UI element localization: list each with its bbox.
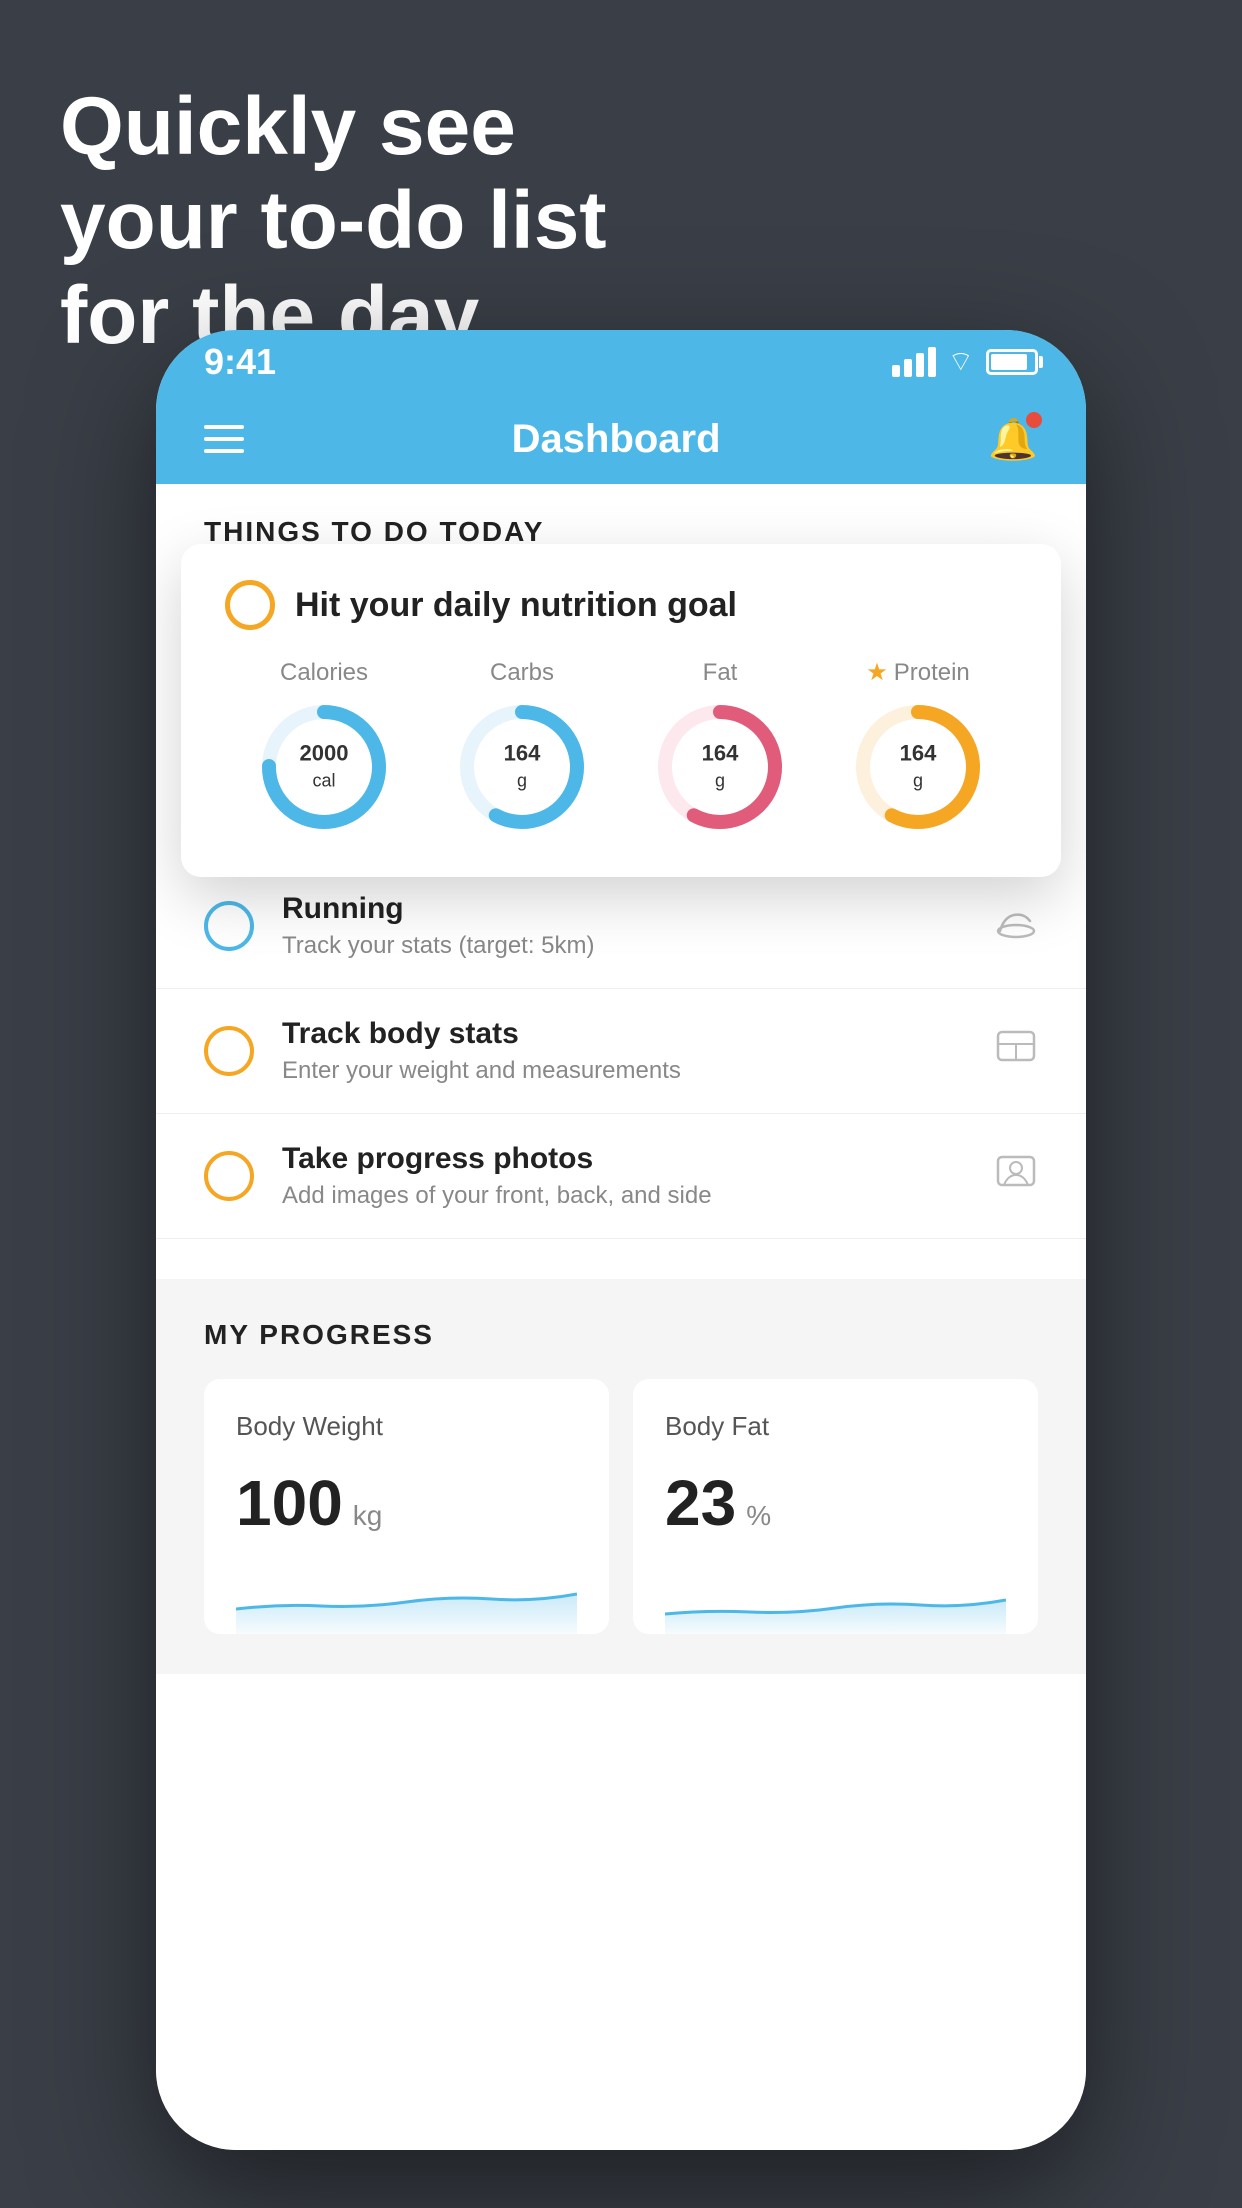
body-fat-unit: % xyxy=(746,1500,771,1532)
progress-section: MY PROGRESS Body Weight 100 kg xyxy=(156,1279,1086,1674)
battery-icon xyxy=(986,349,1038,375)
body-weight-chart xyxy=(236,1564,577,1634)
progress-cards: Body Weight 100 kg xyxy=(204,1379,1038,1634)
running-text: Running Track your stats (target: 5km) xyxy=(282,892,966,960)
progress-header: MY PROGRESS xyxy=(204,1319,1038,1351)
running-check-circle xyxy=(204,901,254,951)
body-stats-subtitle: Enter your weight and measurements xyxy=(282,1057,966,1085)
running-subtitle: Track your stats (target: 5km) xyxy=(282,932,966,960)
nutrition-card[interactable]: Hit your daily nutrition goal Calories 2… xyxy=(181,544,1061,877)
protein-label: ★Protein xyxy=(866,658,970,687)
running-title: Running xyxy=(282,892,966,926)
body-fat-chart xyxy=(665,1564,1006,1634)
body-fat-value: 23 % xyxy=(665,1466,1006,1540)
carbs-label: Carbs xyxy=(490,659,554,687)
body-fat-title: Body Fat xyxy=(665,1411,1006,1442)
nutrition-title: Hit your daily nutrition goal xyxy=(295,586,737,625)
notification-bell-icon[interactable]: 🔔 xyxy=(988,416,1038,463)
running-shoe-icon xyxy=(994,904,1038,949)
status-icons: ⌔ xyxy=(892,345,1038,380)
body-weight-unit: kg xyxy=(353,1500,383,1532)
scale-icon xyxy=(994,1024,1038,1078)
status-bar: 9:41 ⌔ xyxy=(156,330,1086,394)
calories-donut: 2000cal xyxy=(254,697,394,837)
nutrition-card-header: Hit your daily nutrition goal xyxy=(225,580,1017,630)
hamburger-menu[interactable] xyxy=(204,425,244,453)
notification-dot xyxy=(1026,412,1042,428)
star-icon: ★ xyxy=(866,658,888,687)
carbs-donut: 164g xyxy=(452,697,592,837)
calories-value: 2000cal xyxy=(300,740,349,793)
body-fat-card[interactable]: Body Fat 23 % xyxy=(633,1379,1038,1634)
status-time: 9:41 xyxy=(204,341,276,383)
todo-item-running[interactable]: Running Track your stats (target: 5km) xyxy=(156,864,1086,989)
carbs-stat: Carbs 164g xyxy=(452,659,592,837)
photos-text: Take progress photos Add images of your … xyxy=(282,1142,966,1210)
signal-icon xyxy=(892,347,936,377)
body-stats-title: Track body stats xyxy=(282,1017,966,1051)
phone-mockup: 9:41 ⌔ Dashboard 🔔 THINGS TO DO TODAY xyxy=(156,330,1086,2150)
nav-title: Dashboard xyxy=(512,417,721,462)
todo-item-body-stats[interactable]: Track body stats Enter your weight and m… xyxy=(156,989,1086,1114)
fat-label: Fat xyxy=(703,659,738,687)
carbs-value: 164g xyxy=(504,740,541,793)
calories-label: Calories xyxy=(280,659,368,687)
fat-value: 164g xyxy=(702,740,739,793)
protein-donut: 164g xyxy=(848,697,988,837)
todo-item-photos[interactable]: Take progress photos Add images of your … xyxy=(156,1114,1086,1239)
wifi-icon: ⌔ xyxy=(948,345,974,380)
photos-check-circle xyxy=(204,1151,254,1201)
fat-stat: Fat 164g xyxy=(650,659,790,837)
nav-bar: Dashboard 🔔 xyxy=(156,394,1086,484)
body-weight-value: 100 kg xyxy=(236,1466,577,1540)
body-stats-check-circle xyxy=(204,1026,254,1076)
content-area: THINGS TO DO TODAY Hit your daily nutrit… xyxy=(156,484,1086,2150)
protein-stat: ★Protein 164g xyxy=(848,658,988,837)
headline: Quickly see your to-do list for the day. xyxy=(60,80,607,363)
body-weight-card[interactable]: Body Weight 100 kg xyxy=(204,1379,609,1634)
body-weight-number: 100 xyxy=(236,1466,343,1540)
photos-title: Take progress photos xyxy=(282,1142,966,1176)
calories-stat: Calories 2000cal xyxy=(254,659,394,837)
photos-subtitle: Add images of your front, back, and side xyxy=(282,1182,966,1210)
nutrition-stats: Calories 2000cal Carbs xyxy=(225,658,1017,837)
body-stats-text: Track body stats Enter your weight and m… xyxy=(282,1017,966,1085)
body-fat-number: 23 xyxy=(665,1466,736,1540)
todo-list: Running Track your stats (target: 5km) T… xyxy=(156,864,1086,1239)
nutrition-check-circle xyxy=(225,580,275,630)
body-weight-title: Body Weight xyxy=(236,1411,577,1442)
protein-value: 164g xyxy=(900,741,937,794)
person-photo-icon xyxy=(994,1149,1038,1203)
fat-donut: 164g xyxy=(650,697,790,837)
